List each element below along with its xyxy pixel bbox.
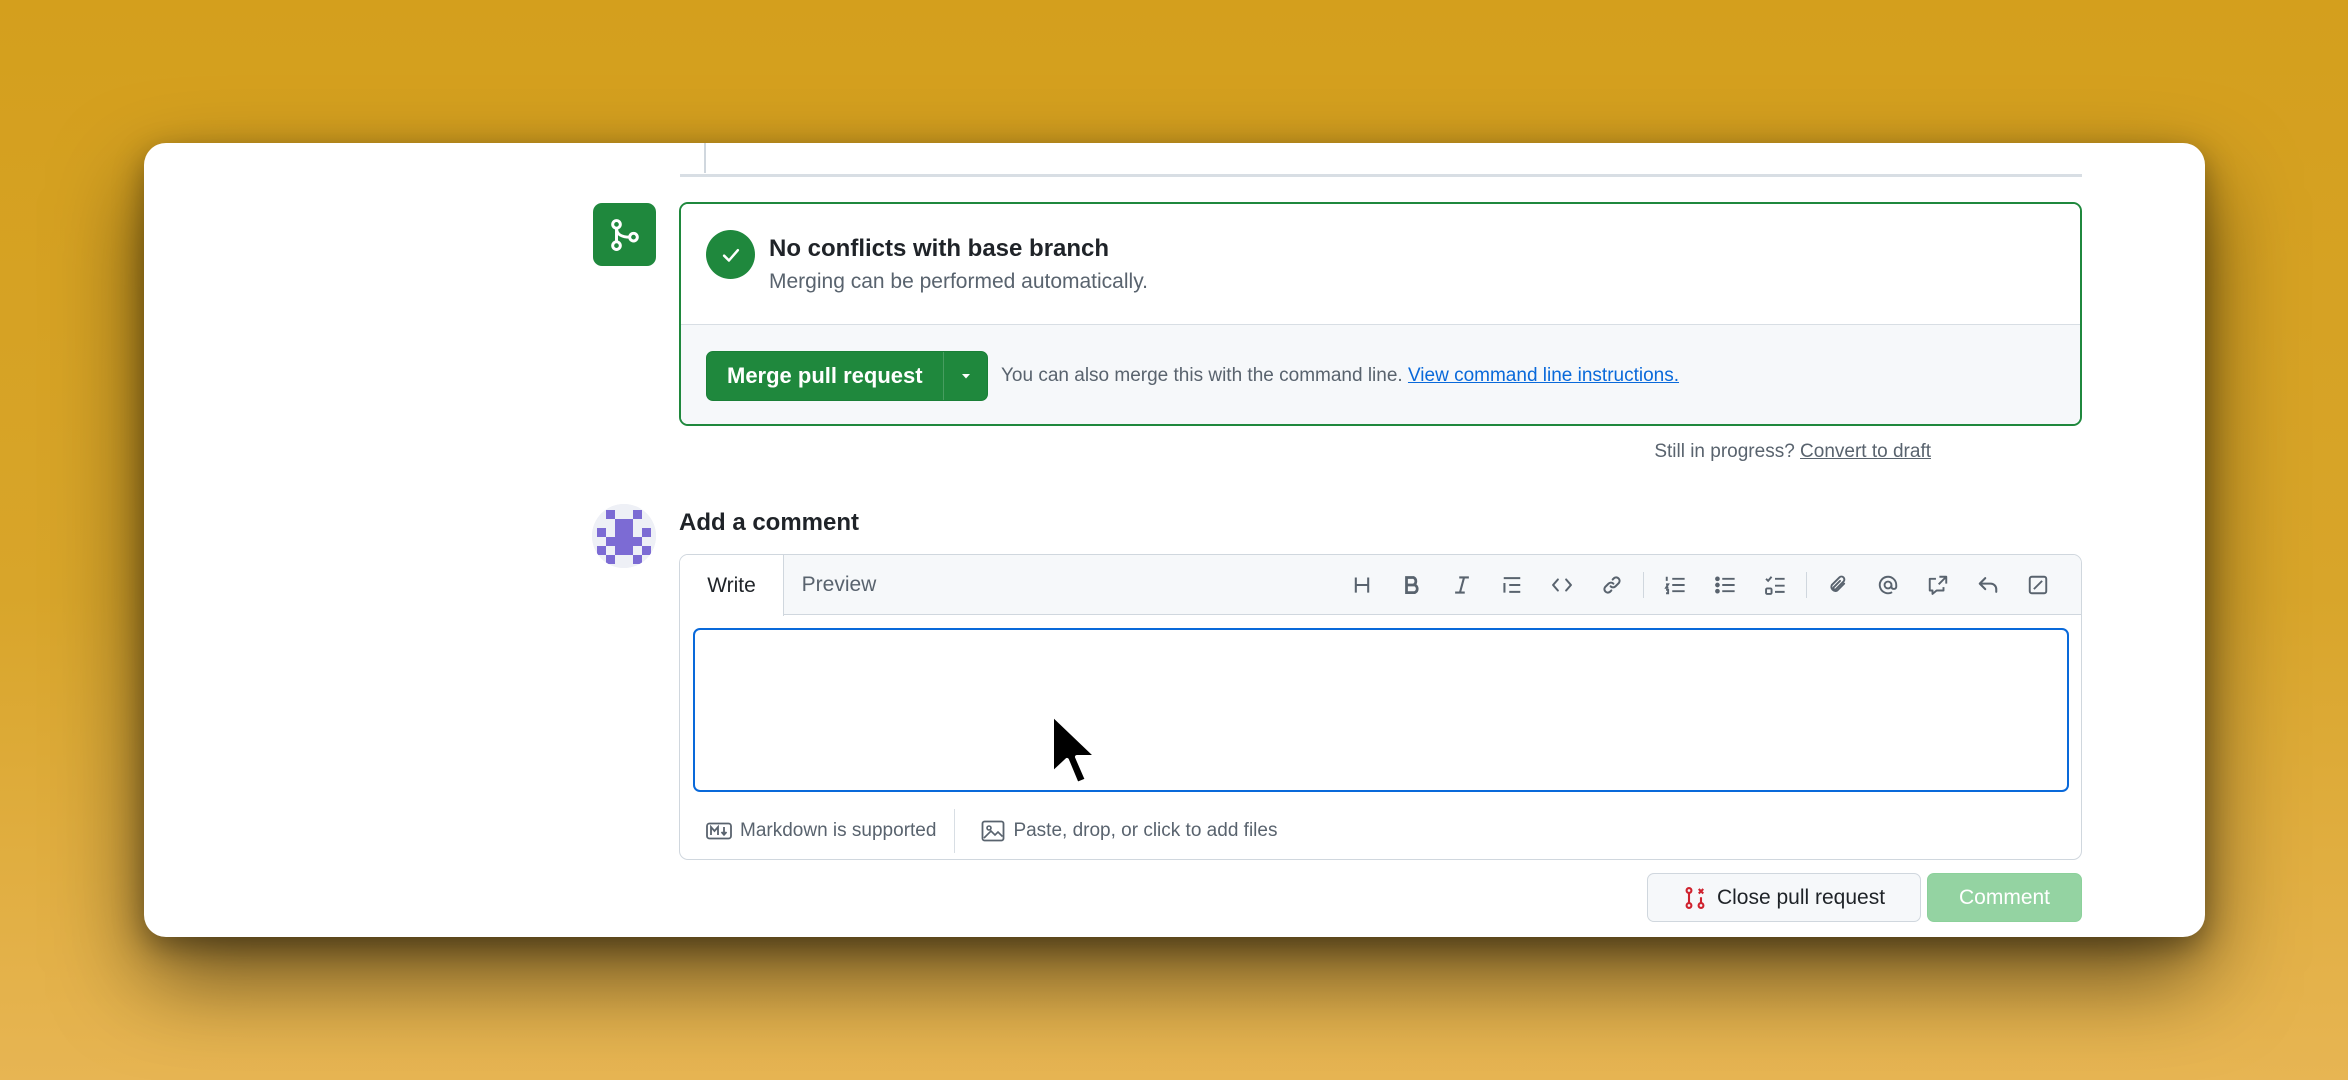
toolbar-divider — [1806, 572, 1807, 598]
tab-write[interactable]: Write — [680, 555, 784, 616]
comment-textarea[interactable] — [693, 628, 2069, 792]
draft-line: Still in progress? Convert to draft — [1654, 441, 1931, 463]
merge-pull-request-button[interactable]: Merge pull request — [706, 351, 988, 401]
pr-conversation: No conflicts with base branch Merging ca… — [144, 143, 2205, 937]
git-pull-request-closed-icon — [1685, 886, 1705, 909]
toolbar-divider — [1643, 572, 1644, 598]
markdown-icon — [706, 822, 732, 840]
attach-icon[interactable] — [1813, 565, 1863, 605]
merge-options-caret[interactable] — [943, 352, 987, 400]
unordered-list-icon[interactable] — [1700, 565, 1750, 605]
convert-to-draft-link[interactable]: Convert to draft — [1800, 441, 1931, 462]
mouse-pointer-icon — [1048, 710, 1108, 794]
tab-preview[interactable]: Preview — [784, 555, 894, 615]
comment-footer: Markdown is supported Paste, drop, or cl… — [680, 803, 2081, 859]
merge-panel: No conflicts with base branch Merging ca… — [679, 202, 2082, 426]
add-files-button[interactable]: Paste, drop, or click to add files — [955, 820, 1303, 842]
quote-icon[interactable] — [1487, 565, 1537, 605]
ordered-list-icon[interactable] — [1650, 565, 1700, 605]
merge-status: No conflicts with base branch Merging ca… — [681, 204, 2080, 325]
markdown-toolbar — [1337, 555, 2063, 615]
reply-icon[interactable] — [1963, 565, 2013, 605]
comment-editor: Write Preview Markdown is supported Past… — [679, 554, 2082, 860]
timeline-connector — [704, 143, 706, 173]
merge-status-title: No conflicts with base branch — [769, 235, 1110, 262]
merge-hint-text: You can also merge this with the command… — [1001, 365, 1403, 386]
command-line-instructions-link[interactable]: View command line instructions. — [1408, 365, 1679, 386]
bold-icon[interactable] — [1387, 565, 1437, 605]
comment-tabs: Write Preview — [680, 555, 2081, 616]
fullscreen-icon[interactable] — [2013, 565, 2063, 605]
add-files-label: Paste, drop, or click to add files — [1013, 820, 1278, 841]
timeline-divider — [680, 174, 2082, 177]
image-icon — [982, 820, 1005, 842]
merge-button-label: Merge pull request — [727, 363, 923, 388]
link-icon[interactable] — [1587, 565, 1637, 605]
avatar[interactable] — [592, 504, 656, 568]
git-merge-icon — [593, 203, 656, 266]
markdown-supported-link[interactable]: Markdown is supported — [680, 820, 962, 842]
comment-submit-button[interactable]: Comment — [1927, 873, 2082, 922]
close-pull-request-button[interactable]: Close pull request — [1647, 873, 1921, 922]
check-circle-icon — [706, 230, 755, 279]
merge-hint: You can also merge this with the command… — [1001, 365, 1679, 387]
mention-icon[interactable] — [1863, 565, 1913, 605]
markdown-label: Markdown is supported — [740, 820, 937, 841]
close-pull-request-label: Close pull request — [1716, 885, 1886, 909]
task-list-icon[interactable] — [1750, 565, 1800, 605]
italic-icon[interactable] — [1437, 565, 1487, 605]
browser-window: No conflicts with base branch Merging ca… — [144, 143, 2205, 937]
draft-prefix: Still in progress? — [1654, 441, 1795, 462]
reference-icon[interactable] — [1913, 565, 1963, 605]
code-icon[interactable] — [1537, 565, 1587, 605]
add-comment-heading: Add a comment — [679, 509, 860, 536]
triangle-down-icon — [961, 374, 970, 379]
merge-actions: Merge pull request You can also merge th… — [681, 325, 2080, 424]
merge-status-subtitle: Merging can be performed automatically. — [769, 270, 1148, 293]
heading-icon[interactable] — [1337, 565, 1387, 605]
